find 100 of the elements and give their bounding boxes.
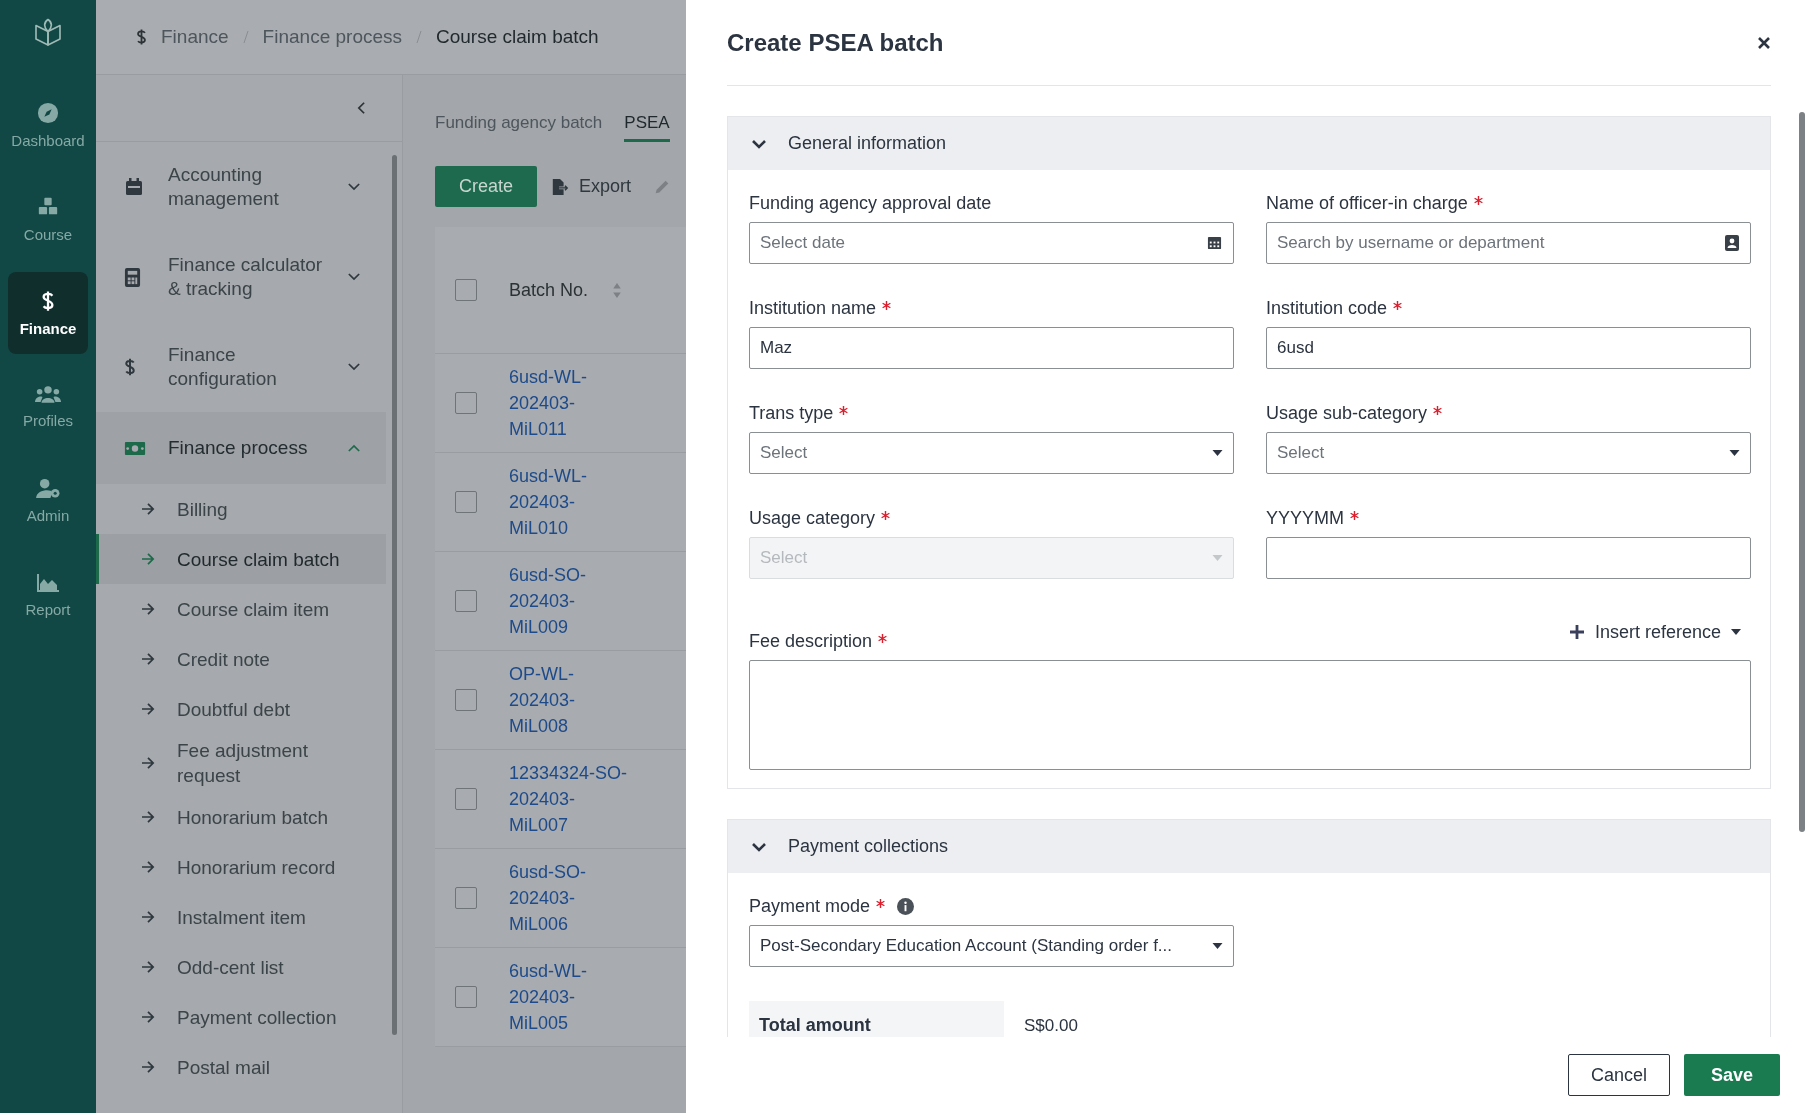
menu-item[interactable]: Course claim batch [96,534,386,584]
checkbox[interactable] [455,590,477,612]
rail-nav-item[interactable]: Report [8,554,88,636]
user-gear-icon [35,478,61,499]
menu-item[interactable]: Payment collection [96,992,386,1042]
menu-item[interactable]: Postal mail [96,1042,386,1092]
menu-item[interactable]: Course claim item [96,584,386,634]
batch-number-link[interactable]: 6usd-WL-202403-MiL005 [509,958,629,1036]
chevron-left-icon[interactable] [357,101,366,115]
dropdown-field[interactable]: Select [749,432,1234,474]
breadcrumb-link[interactable]: Finance process [262,26,402,48]
dollar-icon [136,28,147,46]
date-field[interactable]: Select date [749,222,1234,264]
close-icon[interactable] [1757,35,1771,50]
summary-value: S$0.00 [1024,1015,1078,1036]
tab[interactable]: Funding agency batch [435,113,603,142]
required-asterisk-icon [876,898,886,908]
menu-group[interactable]: Finance configuration [96,322,386,412]
batch-number-link[interactable]: 6usd-SO-202403-MiL009 [509,562,629,640]
batch-number-link[interactable]: 6usd-WL-202403-MiL010 [509,463,629,541]
calendar-icon [124,177,144,197]
rail-nav-item[interactable]: Profiles [8,366,88,448]
menu-item[interactable]: Billing [96,484,386,534]
caret-down-icon [1729,450,1740,456]
info-icon[interactable] [897,897,915,915]
arrow-right-icon [141,653,155,665]
search-field[interactable]: Search by username or department [1266,222,1751,264]
required-asterisk-icon [1393,300,1403,310]
menu-group[interactable]: Finance process [96,412,386,484]
input-field[interactable] [1266,537,1751,579]
checkbox[interactable] [455,887,477,909]
arrow-right-icon [141,603,155,615]
breadcrumb-separator [416,30,422,44]
column-header[interactable]: Batch No. [509,279,589,301]
menu-item[interactable]: Instalment item [96,892,386,942]
caret-down-icon [1212,943,1223,949]
caret-down-icon [1212,555,1223,561]
checkbox[interactable] [455,491,477,513]
field-label: Usage sub-category [1266,402,1428,424]
checkbox[interactable] [455,788,477,810]
menu-group[interactable]: Finance calculator & tracking [96,232,386,322]
checkbox[interactable] [455,986,477,1008]
area-chart-icon [36,572,60,593]
breadcrumb-link[interactable]: Finance [161,26,229,48]
menu-item[interactable]: Credit note [96,634,386,684]
calendar-icon [1207,235,1222,250]
rail-nav-item[interactable]: Admin [8,460,88,542]
chevron-down-icon [348,273,360,281]
compass-icon [37,101,59,124]
required-asterisk-icon [1473,195,1483,205]
cancel-button[interactable]: Cancel [1567,1054,1670,1096]
dropdown-field[interactable]: Select [1266,432,1751,474]
input-field[interactable]: Maz [749,327,1234,369]
batch-number-link[interactable]: 6usd-SO-202403-MiL006 [509,859,629,937]
section-header[interactable]: General information [728,117,1770,170]
menu-item[interactable]: Fee adjustment request [96,734,386,792]
field-label: Institution name [749,297,877,319]
field-label: Name of officer-in charge [1266,192,1468,214]
arrow-right-icon [141,1061,155,1073]
rail-nav-item[interactable]: Course [8,178,88,260]
create-button[interactable]: Create [435,166,538,207]
rail-nav-item[interactable]: Dashboard [8,84,88,166]
batch-number-link[interactable]: OP-WL-202403-MiL008 [509,661,629,739]
arrow-right-icon [141,811,155,823]
input-field[interactable]: 6usd [1266,327,1751,369]
caret-down-icon [1212,450,1223,456]
arrow-right-icon [141,861,155,873]
batch-number-link[interactable]: 6usd-WL-202403-MiL011 [509,364,629,442]
people-group-icon [35,385,61,404]
address-book-icon [1725,235,1739,251]
insert-reference-button[interactable]: Insert reference [1568,621,1741,643]
required-asterisk-icon [878,633,888,643]
batch-number-link[interactable]: 12334324-SO-202403-MiL007 [509,760,629,838]
save-button[interactable]: Save [1683,1054,1780,1096]
section-header[interactable]: Payment collections [728,820,1770,873]
file-export-icon [551,177,570,196]
caret-down-icon [1731,629,1741,635]
chevron-up-icon [348,444,360,452]
banknote-icon [124,440,146,456]
tab[interactable]: PSEA [624,113,670,142]
fee-description-field[interactable] [749,660,1751,770]
checkbox[interactable] [455,279,477,301]
chevron-down-icon [348,183,360,191]
field-label: Institution code [1266,297,1388,319]
rail-nav-item[interactable]: Finance [8,272,88,354]
menu-item[interactable]: Doubtful debt [96,684,386,734]
export-button[interactable]: Export [551,176,632,197]
checkbox[interactable] [455,689,477,711]
sort-icon[interactable] [612,281,623,299]
dropdown-field[interactable]: Post-Secondary Education Account (Standing order f... [749,925,1234,967]
checkbox[interactable] [455,392,477,414]
field-label: Trans type [749,402,834,424]
menu-item[interactable]: Honorarium batch [96,792,386,842]
breadcrumb-separator [242,30,249,44]
menu-group[interactable]: Accounting management [96,142,386,232]
required-asterisk-icon [1350,510,1359,520]
required-asterisk-icon [839,405,849,415]
menu-item[interactable]: Honorarium record [96,842,386,892]
menu-item[interactable]: Odd-cent list [96,942,386,992]
field-label: Payment mode [749,895,871,917]
